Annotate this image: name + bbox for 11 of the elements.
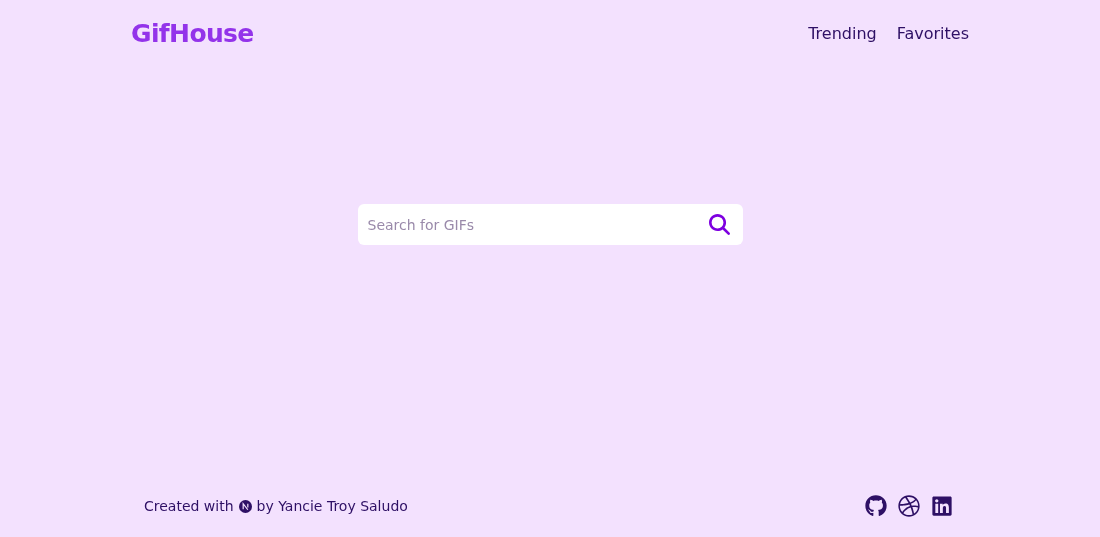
- github-icon[interactable]: [865, 495, 887, 517]
- search-field[interactable]: Search for GIFs: [357, 204, 743, 245]
- logo[interactable]: GifHouse: [131, 15, 254, 53]
- linkedin-icon[interactable]: [931, 495, 953, 517]
- dribbble-icon[interactable]: [898, 495, 920, 517]
- framework-logo-icon: [238, 499, 252, 513]
- nav-link[interactable]: Favorites: [896, 22, 969, 46]
- credit-text: Created with: [144, 496, 234, 516]
- credit-text: by Yancie Troy Saludo: [256, 496, 408, 516]
- search-icon[interactable]: [708, 214, 730, 235]
- nav-link[interactable]: Trending: [808, 22, 877, 46]
